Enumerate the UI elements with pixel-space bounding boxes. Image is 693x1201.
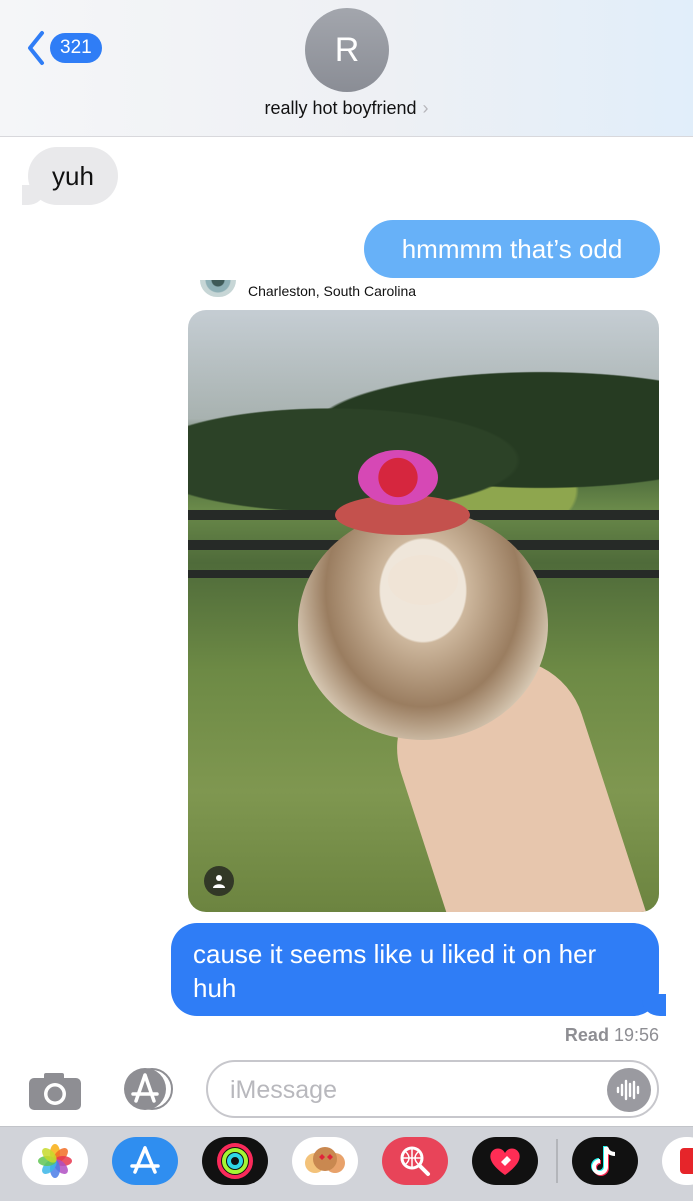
message-input[interactable] — [228, 1070, 592, 1110]
camera-icon — [29, 1073, 81, 1110]
received-message-bubble[interactable]: yuh — [22, 147, 118, 205]
camera-button[interactable] — [28, 1071, 82, 1111]
app-store-drawer-button[interactable] — [116, 1067, 176, 1111]
imessage-app-drawer — [0, 1126, 693, 1201]
photo-location-label[interactable]: Charleston, South Carolina — [248, 283, 416, 299]
read-status: Read — [564, 1025, 609, 1045]
waveform-icon — [616, 1079, 640, 1101]
activity-app-button[interactable] — [202, 1137, 268, 1185]
dock-divider — [556, 1139, 558, 1183]
heart-app-button[interactable] — [472, 1137, 538, 1185]
back-button[interactable]: 321 — [26, 30, 102, 66]
message-input-container — [206, 1060, 659, 1118]
web-search-icon — [400, 1146, 430, 1176]
tiktok-icon — [591, 1146, 616, 1176]
chevron-right-icon: › — [422, 98, 429, 118]
conversation-header: 321 R really hot boyfriend › — [0, 0, 693, 137]
app-store-app-button[interactable] — [112, 1137, 178, 1185]
heart-app-icon — [490, 1148, 520, 1175]
contact-name: really hot boyfriend — [264, 98, 417, 118]
memoji-app-button[interactable] — [292, 1137, 358, 1185]
app-store-icon — [130, 1146, 160, 1174]
contact-name-button[interactable]: really hot boyfriend › — [0, 98, 693, 119]
photo-hat-feathers — [358, 450, 438, 505]
photos-icon — [38, 1144, 72, 1178]
contact-avatar[interactable]: R — [305, 8, 389, 92]
hedgehog-photo-message[interactable] — [188, 310, 659, 912]
red-app-button[interactable] — [662, 1137, 693, 1185]
photo-hedgehog — [298, 510, 548, 740]
audio-message-button[interactable] — [607, 1068, 651, 1112]
chevron-left-icon — [28, 31, 44, 65]
web-search-app-button[interactable] — [382, 1137, 448, 1185]
compose-bar — [0, 1055, 693, 1125]
photos-app-button[interactable] — [22, 1137, 88, 1185]
sent-message-bubble[interactable]: cause it seems like u liked it on her hu… — [171, 923, 666, 1016]
read-time: 19:56 — [613, 1025, 659, 1045]
sent-message-bubble[interactable]: hmmmm that’s odd — [364, 220, 660, 278]
unread-count-badge: 321 — [50, 33, 102, 63]
tiktok-app-button[interactable] — [572, 1137, 638, 1185]
red-app-icon — [680, 1148, 693, 1174]
activity-icon — [217, 1143, 253, 1179]
person-icon[interactable] — [204, 866, 234, 896]
location-avatar — [200, 280, 236, 297]
memoji-icon — [305, 1147, 345, 1173]
photo-hedgehog-face — [388, 555, 458, 605]
read-receipt: Read 19:56 — [565, 1025, 659, 1046]
app-store-icon — [124, 1068, 173, 1110]
